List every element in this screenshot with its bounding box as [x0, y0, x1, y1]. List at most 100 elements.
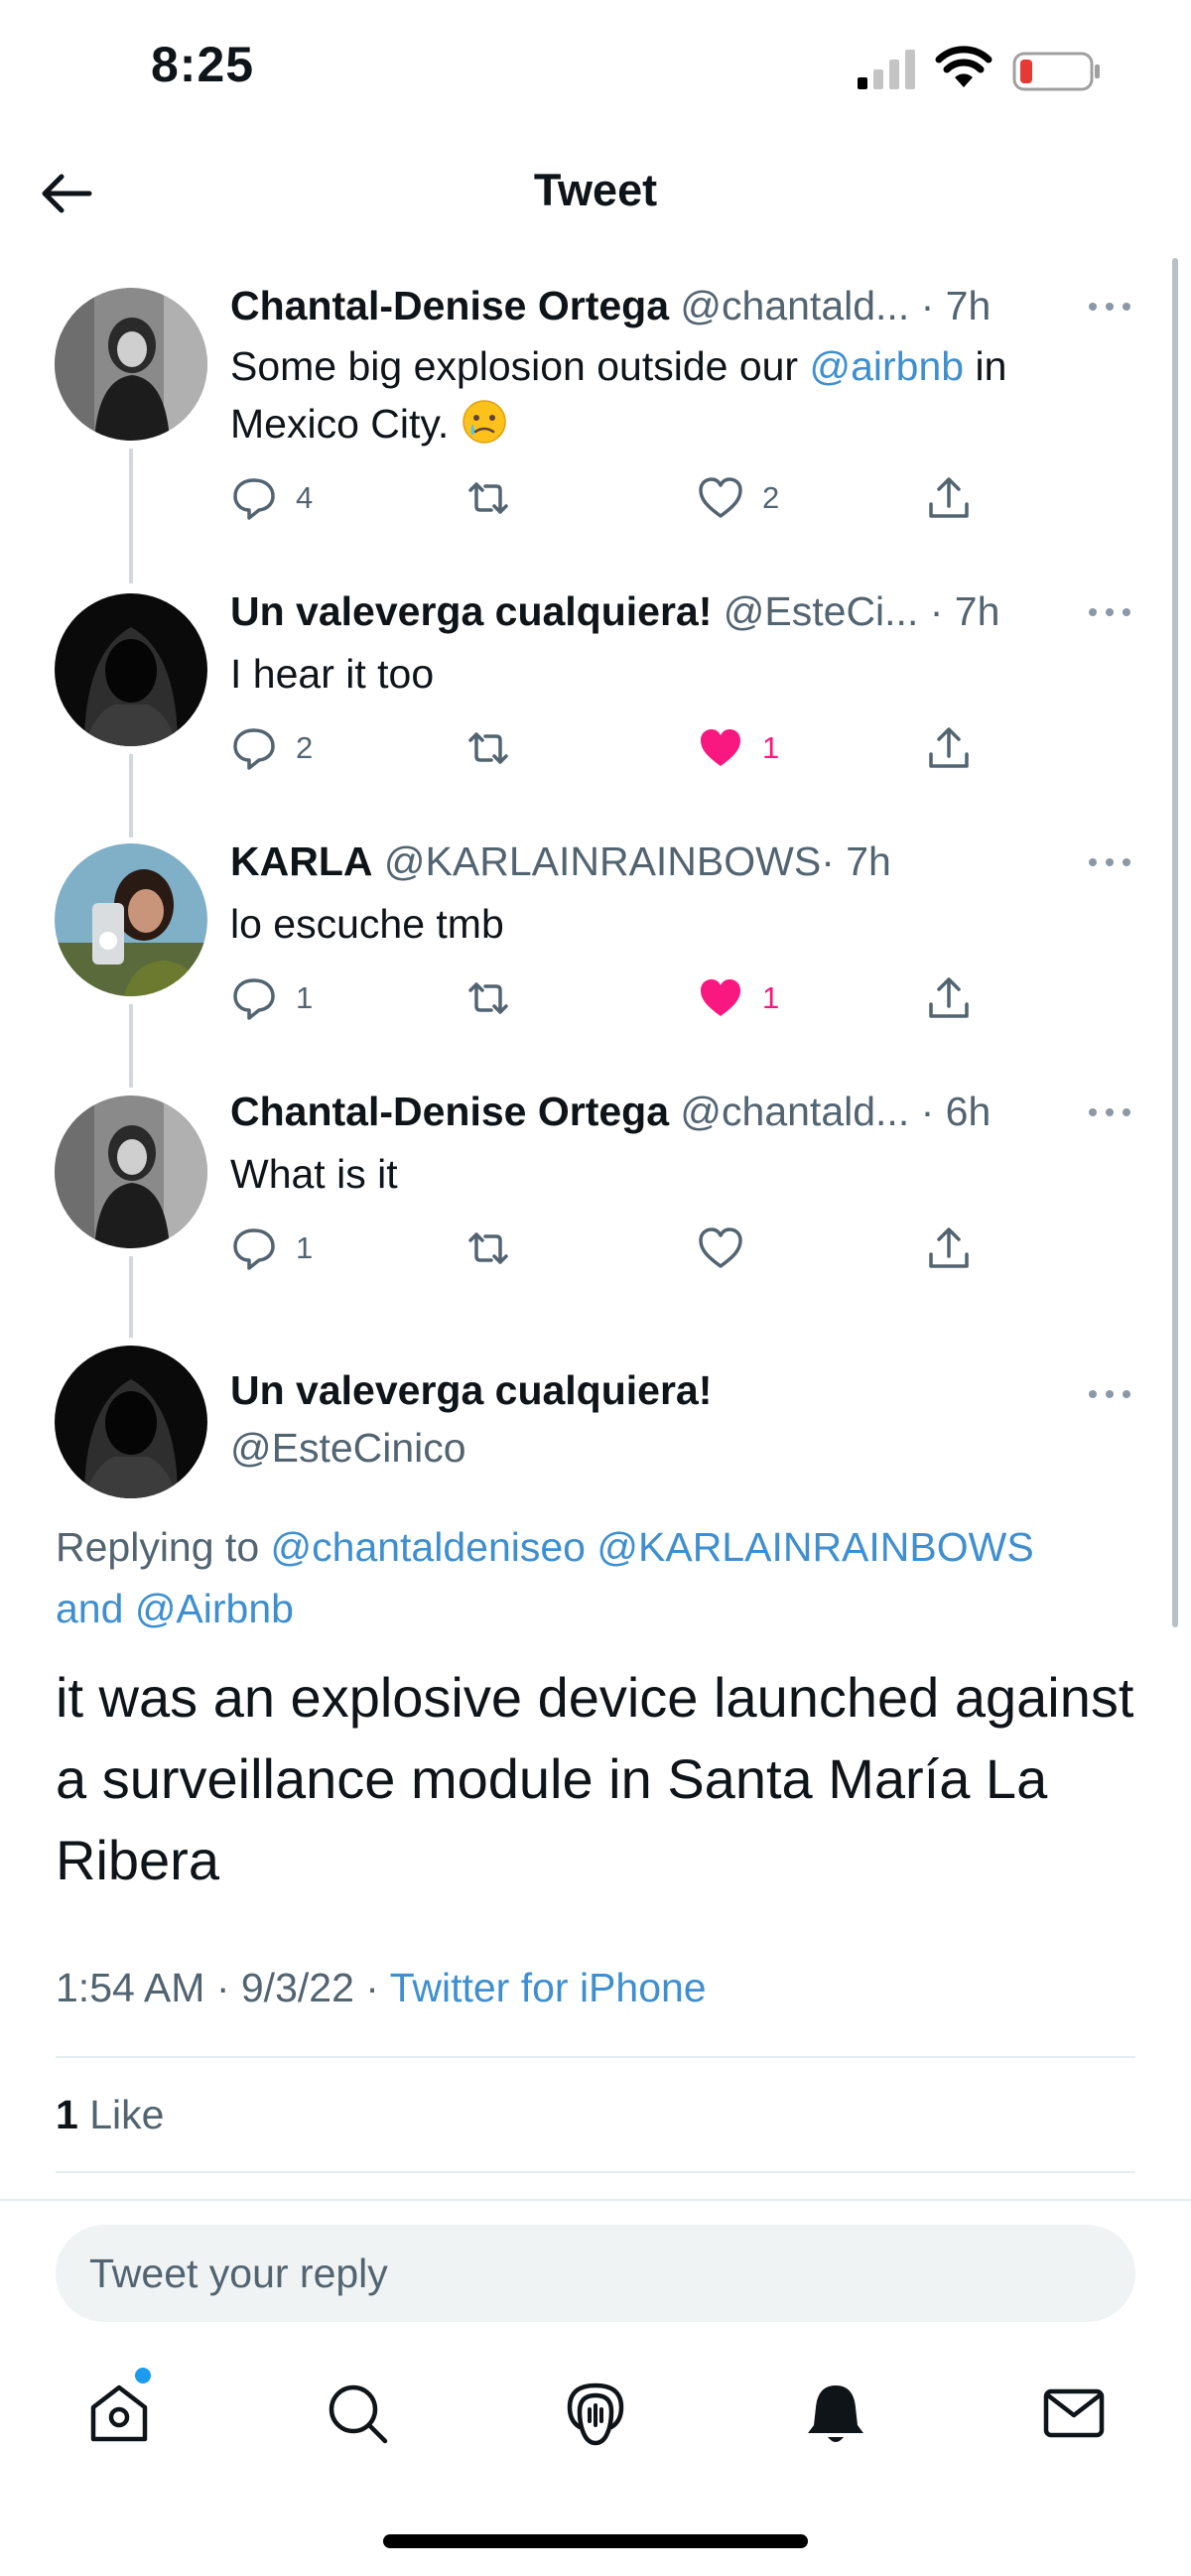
- share-button[interactable]: [925, 720, 973, 776]
- handle[interactable]: @EsteCinico: [230, 1425, 466, 1472]
- divider: [56, 2056, 1135, 2058]
- heart-outline-icon: [699, 1227, 742, 1268]
- like-button[interactable]: [697, 1221, 744, 1276]
- tweet-actions: 2 1: [230, 720, 985, 780]
- handle[interactable]: @EsteCi...: [724, 588, 919, 634]
- retweet-button[interactable]: [464, 470, 512, 526]
- heart-filled-icon: [701, 729, 740, 766]
- retweet-button[interactable]: [464, 970, 512, 1026]
- display-name[interactable]: Un valeverga cualquiera!: [230, 588, 712, 634]
- timestamp[interactable]: · 6h: [921, 1089, 992, 1134]
- share-icon: [929, 1227, 969, 1268]
- wifi-icon: [935, 46, 992, 87]
- tweet-header: Chantal-Denise Ortega @chantald... · 7h: [230, 282, 991, 330]
- reply-icon: [233, 728, 275, 770]
- thread-connector: [129, 754, 133, 837]
- tweet-header: Un valeverga cualquiera! @EsteCi... · 7h: [230, 587, 999, 636]
- more-options-icon[interactable]: [1087, 300, 1132, 314]
- notifications-icon: [808, 2385, 863, 2442]
- tweet-source-link[interactable]: Twitter for iPhone: [390, 1965, 707, 2010]
- tab-notifications[interactable]: [800, 2378, 871, 2449]
- like-button[interactable]: 1: [697, 970, 779, 1026]
- reply-button[interactable]: 2: [230, 720, 313, 776]
- display-name[interactable]: Chantal-Denise Ortega: [230, 283, 669, 328]
- more-options-icon[interactable]: [1087, 855, 1132, 869]
- tweet-actions: 4 2: [230, 470, 985, 530]
- handle[interactable]: @chantald...: [680, 1089, 909, 1134]
- reply-button[interactable]: 1: [230, 970, 313, 1026]
- tab-messages[interactable]: [1038, 2378, 1110, 2449]
- tweet-text-part: Some big explosion outside our: [230, 343, 810, 389]
- reply-count: 1: [296, 980, 314, 1015]
- share-icon: [929, 477, 969, 518]
- tweet-header: Chantal-Denise Ortega @chantald... · 6h: [230, 1088, 991, 1136]
- more-options-icon[interactable]: [1087, 1105, 1132, 1119]
- home-indicator[interactable]: [383, 2534, 808, 2548]
- reply-icon: [233, 978, 275, 1020]
- handle[interactable]: @KARLAINRAINBOWS: [384, 838, 821, 884]
- like-label: Like: [89, 2092, 165, 2137]
- share-button[interactable]: [925, 1221, 973, 1276]
- mention-link[interactable]: @airbnb: [809, 343, 964, 389]
- retweet-button[interactable]: [464, 720, 512, 776]
- scrollbar[interactable]: [1172, 258, 1178, 1627]
- more-options-icon[interactable]: [1087, 605, 1132, 619]
- share-icon: [929, 727, 969, 768]
- retweet-icon: [468, 482, 508, 514]
- reply-button[interactable]: 4: [230, 470, 313, 526]
- mention-link[interactable]: @chantaldeniseo: [271, 1524, 586, 1570]
- like-count: 1: [762, 730, 780, 765]
- sad-tear-emoji: [462, 400, 506, 444]
- like-button[interactable]: 1: [697, 720, 779, 776]
- like-total: 1: [56, 2092, 78, 2137]
- tweet-timestamp-row: 1:54 AM · 9/3/22 · Twitter for iPhone: [56, 1965, 707, 2010]
- retweet-button[interactable]: [464, 1221, 512, 1276]
- tab-spaces[interactable]: [560, 2378, 631, 2449]
- thread-connector: [129, 449, 133, 583]
- share-button[interactable]: [925, 470, 973, 526]
- battery-icon: [1012, 52, 1100, 91]
- mention-link[interactable]: @Airbnb: [135, 1586, 294, 1631]
- likes-summary[interactable]: 1 Like: [56, 2092, 164, 2138]
- retweet-icon: [468, 1232, 508, 1264]
- timestamp[interactable]: · 7h: [921, 283, 992, 328]
- cellular-signal-icon: [858, 50, 915, 89]
- tweet-actions: 1 1: [230, 970, 985, 1030]
- tab-home[interactable]: [83, 2378, 155, 2449]
- share-button[interactable]: [925, 970, 973, 1026]
- avatar[interactable]: [55, 843, 207, 996]
- mention-link[interactable]: @KARLAINRAINBOWS: [596, 1524, 1033, 1570]
- thread-connector: [129, 1004, 133, 1088]
- tweet-text-part: Mexico City.: [230, 401, 450, 447]
- like-button[interactable]: 2: [697, 470, 779, 526]
- status-bar: 8:25: [0, 0, 1191, 139]
- tweet-text: I hear it too: [230, 651, 435, 697]
- display-name[interactable]: Chantal-Denise Ortega: [230, 1089, 669, 1134]
- heart-outline-icon: [699, 477, 742, 518]
- reply-button[interactable]: 1: [230, 1221, 313, 1276]
- avatar[interactable]: [55, 593, 207, 746]
- tweet-header: KARLA @KARLAINRAINBOWS· 7h: [230, 837, 891, 886]
- notification-dot: [135, 2368, 151, 2383]
- display-name[interactable]: KARLA: [230, 838, 372, 884]
- top-nav: Tweet: [0, 139, 1191, 248]
- handle[interactable]: @chantald...: [680, 283, 909, 328]
- avatar[interactable]: [55, 1346, 207, 1498]
- replying-to: Replying to @chantaldeniseo @KARLAINRAIN…: [56, 1516, 1147, 1639]
- tweet-actions: 1: [230, 1221, 985, 1280]
- reply-count: 2: [296, 730, 314, 765]
- spaces-icon: [567, 2383, 624, 2446]
- thread-connector: [129, 1256, 133, 1338]
- avatar[interactable]: [55, 1095, 207, 1248]
- reply-input[interactable]: [56, 2225, 1135, 2322]
- tweet-date: 9/3/22: [240, 1965, 354, 2010]
- display-name[interactable]: Un valeverga cualquiera!: [230, 1367, 712, 1414]
- timestamp[interactable]: · 7h: [930, 588, 1000, 634]
- timestamp[interactable]: · 7h: [821, 838, 891, 884]
- tab-search[interactable]: [322, 2378, 393, 2449]
- avatar[interactable]: [55, 288, 207, 441]
- more-options-icon[interactable]: [1087, 1387, 1132, 1401]
- reply-count: 1: [296, 1230, 314, 1265]
- replying-and: and: [56, 1586, 135, 1631]
- messages-icon: [1043, 2388, 1105, 2438]
